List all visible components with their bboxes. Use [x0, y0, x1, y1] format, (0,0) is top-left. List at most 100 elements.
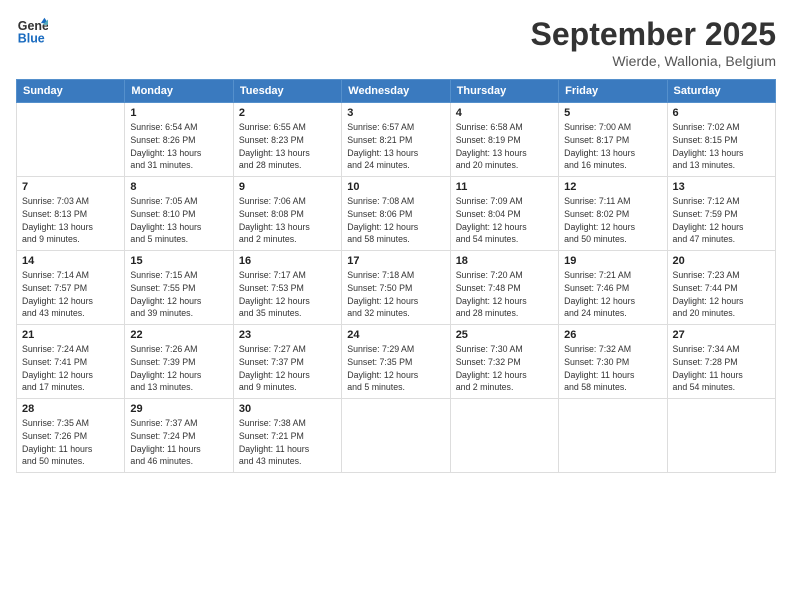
- day-number: 23: [239, 329, 336, 341]
- day-info: Sunrise: 7:38 AM Sunset: 7:21 PM Dayligh…: [239, 417, 336, 468]
- day-info: Sunrise: 7:20 AM Sunset: 7:48 PM Dayligh…: [456, 269, 553, 320]
- day-info: Sunrise: 7:15 AM Sunset: 7:55 PM Dayligh…: [130, 269, 227, 320]
- day-number: 26: [564, 329, 661, 341]
- weekday-header-saturday: Saturday: [667, 80, 775, 103]
- day-number: 28: [22, 403, 119, 415]
- day-info: Sunrise: 7:37 AM Sunset: 7:24 PM Dayligh…: [130, 417, 227, 468]
- calendar-cell: 15Sunrise: 7:15 AM Sunset: 7:55 PM Dayli…: [125, 251, 233, 325]
- location-subtitle: Wierde, Wallonia, Belgium: [531, 53, 776, 69]
- calendar-cell: 5 Sunrise: 7:00 AM Sunset: 8:17 PM Daylig…: [559, 103, 667, 177]
- day-number: 16: [239, 255, 336, 267]
- logo-icon: General Blue: [16, 16, 48, 48]
- day-info: Sunrise: 7:18 AM Sunset: 7:50 PM Dayligh…: [347, 269, 444, 320]
- weekday-header-wednesday: Wednesday: [342, 80, 450, 103]
- calendar-cell: [667, 399, 775, 473]
- day-info: Sunrise: 7:06 AM Sunset: 8:08 PM Dayligh…: [239, 195, 336, 246]
- day-number: 9: [239, 181, 336, 193]
- day-info: Sunrise: 7:24 AM Sunset: 7:41 PM Dayligh…: [22, 343, 119, 394]
- day-number: 11: [456, 181, 553, 193]
- day-info: Sunrise: 6:54 AM Sunset: 8:26 PM Dayligh…: [130, 121, 227, 172]
- day-number: 4: [456, 107, 553, 119]
- calendar-cell: 18 Sunrise: 7:20 AM Sunset: 7:48 PM Dayli…: [450, 251, 558, 325]
- day-number: 8: [130, 181, 227, 193]
- month-title: September 2025: [531, 16, 776, 53]
- calendar-cell: 7Sunrise: 7:03 AM Sunset: 8:13 PM Daylig…: [17, 177, 125, 251]
- calendar-cell: 3 Sunrise: 6:57 AM Sunset: 8:21 PM Daylig…: [342, 103, 450, 177]
- day-info: Sunrise: 7:29 AM Sunset: 7:35 PM Dayligh…: [347, 343, 444, 394]
- calendar: SundayMondayTuesdayWednesdayThursdayFrid…: [16, 79, 776, 473]
- calendar-cell: 14 Sunrise: 7:14 AM Sunset: 7:57 PM Dayli…: [17, 251, 125, 325]
- day-number: 19: [564, 255, 661, 267]
- calendar-cell: 23 Sunrise: 7:27 AM Sunset: 7:37 PM Dayli…: [233, 325, 341, 399]
- calendar-cell: 30Sunrise: 7:38 AM Sunset: 7:21 PM Dayli…: [233, 399, 341, 473]
- day-info: Sunrise: 7:08 AM Sunset: 8:06 PM Dayligh…: [347, 195, 444, 246]
- calendar-cell: 28 Sunrise: 7:35 AM Sunset: 7:26 PM Dayli…: [17, 399, 125, 473]
- day-info: Sunrise: 6:58 AM Sunset: 8:19 PM Dayligh…: [456, 121, 553, 172]
- day-number: 21: [22, 329, 119, 341]
- calendar-cell: 1 Sunrise: 6:54 AM Sunset: 8:26 PM Daylig…: [125, 103, 233, 177]
- day-number: 25: [456, 329, 553, 341]
- calendar-cell: 29 Sunrise: 7:37 AM Sunset: 7:24 PM Dayli…: [125, 399, 233, 473]
- day-number: 18: [456, 255, 553, 267]
- calendar-cell: 9 Sunrise: 7:06 AM Sunset: 8:08 PM Daylig…: [233, 177, 341, 251]
- calendar-cell: 21 Sunrise: 7:24 AM Sunset: 7:41 PM Dayli…: [17, 325, 125, 399]
- calendar-cell: [342, 399, 450, 473]
- weekday-header-thursday: Thursday: [450, 80, 558, 103]
- day-info: Sunrise: 7:14 AM Sunset: 7:57 PM Dayligh…: [22, 269, 119, 320]
- weekday-header-monday: Monday: [125, 80, 233, 103]
- weekday-header-sunday: Sunday: [17, 80, 125, 103]
- calendar-cell: 4 Sunrise: 6:58 AM Sunset: 8:19 PM Daylig…: [450, 103, 558, 177]
- calendar-cell: 8 Sunrise: 7:05 AM Sunset: 8:10 PM Daylig…: [125, 177, 233, 251]
- calendar-cell: 22Sunrise: 7:26 AM Sunset: 7:39 PM Dayli…: [125, 325, 233, 399]
- calendar-cell: 17 Sunrise: 7:18 AM Sunset: 7:50 PM Dayli…: [342, 251, 450, 325]
- day-number: 27: [673, 329, 770, 341]
- day-info: Sunrise: 6:57 AM Sunset: 8:21 PM Dayligh…: [347, 121, 444, 172]
- calendar-cell: 6 Sunrise: 7:02 AM Sunset: 8:15 PM Daylig…: [667, 103, 775, 177]
- logo: General Blue: [16, 16, 48, 48]
- day-number: 3: [347, 107, 444, 119]
- day-number: 10: [347, 181, 444, 193]
- day-number: 24: [347, 329, 444, 341]
- day-info: Sunrise: 6:55 AM Sunset: 8:23 PM Dayligh…: [239, 121, 336, 172]
- day-info: Sunrise: 7:23 AM Sunset: 7:44 PM Dayligh…: [673, 269, 770, 320]
- calendar-cell: 10 Sunrise: 7:08 AM Sunset: 8:06 PM Dayli…: [342, 177, 450, 251]
- weekday-header-friday: Friday: [559, 80, 667, 103]
- calendar-cell: 26 Sunrise: 7:32 AM Sunset: 7:30 PM Dayli…: [559, 325, 667, 399]
- day-info: Sunrise: 7:02 AM Sunset: 8:15 PM Dayligh…: [673, 121, 770, 172]
- day-number: 13: [673, 181, 770, 193]
- calendar-cell: 13 Sunrise: 7:12 AM Sunset: 7:59 PM Dayli…: [667, 177, 775, 251]
- calendar-cell: 27 Sunrise: 7:34 AM Sunset: 7:28 PM Dayli…: [667, 325, 775, 399]
- day-number: 14: [22, 255, 119, 267]
- day-number: 29: [130, 403, 227, 415]
- day-info: Sunrise: 7:11 AM Sunset: 8:02 PM Dayligh…: [564, 195, 661, 246]
- day-info: Sunrise: 7:21 AM Sunset: 7:46 PM Dayligh…: [564, 269, 661, 320]
- calendar-cell: 24 Sunrise: 7:29 AM Sunset: 7:35 PM Dayli…: [342, 325, 450, 399]
- day-info: Sunrise: 7:05 AM Sunset: 8:10 PM Dayligh…: [130, 195, 227, 246]
- title-block: September 2025 Wierde, Wallonia, Belgium: [531, 16, 776, 69]
- weekday-header-tuesday: Tuesday: [233, 80, 341, 103]
- day-number: 17: [347, 255, 444, 267]
- day-number: 12: [564, 181, 661, 193]
- calendar-cell: 19 Sunrise: 7:21 AM Sunset: 7:46 PM Dayli…: [559, 251, 667, 325]
- calendar-cell: [450, 399, 558, 473]
- calendar-cell: 20Sunrise: 7:23 AM Sunset: 7:44 PM Dayli…: [667, 251, 775, 325]
- day-info: Sunrise: 7:34 AM Sunset: 7:28 PM Dayligh…: [673, 343, 770, 394]
- calendar-cell: [17, 103, 125, 177]
- day-number: 2: [239, 107, 336, 119]
- calendar-cell: 11Sunrise: 7:09 AM Sunset: 8:04 PM Dayli…: [450, 177, 558, 251]
- day-number: 6: [673, 107, 770, 119]
- day-info: Sunrise: 7:30 AM Sunset: 7:32 PM Dayligh…: [456, 343, 553, 394]
- day-number: 1: [130, 107, 227, 119]
- day-number: 22: [130, 329, 227, 341]
- day-number: 5: [564, 107, 661, 119]
- calendar-cell: 16Sunrise: 7:17 AM Sunset: 7:53 PM Dayli…: [233, 251, 341, 325]
- day-info: Sunrise: 7:00 AM Sunset: 8:17 PM Dayligh…: [564, 121, 661, 172]
- day-info: Sunrise: 7:03 AM Sunset: 8:13 PM Dayligh…: [22, 195, 119, 246]
- day-info: Sunrise: 7:35 AM Sunset: 7:26 PM Dayligh…: [22, 417, 119, 468]
- day-info: Sunrise: 7:27 AM Sunset: 7:37 PM Dayligh…: [239, 343, 336, 394]
- calendar-cell: 12 Sunrise: 7:11 AM Sunset: 8:02 PM Dayli…: [559, 177, 667, 251]
- day-info: Sunrise: 7:12 AM Sunset: 7:59 PM Dayligh…: [673, 195, 770, 246]
- day-info: Sunrise: 7:32 AM Sunset: 7:30 PM Dayligh…: [564, 343, 661, 394]
- calendar-cell: 2 Sunrise: 6:55 AM Sunset: 8:23 PM Daylig…: [233, 103, 341, 177]
- calendar-cell: 25 Sunrise: 7:30 AM Sunset: 7:32 PM Dayli…: [450, 325, 558, 399]
